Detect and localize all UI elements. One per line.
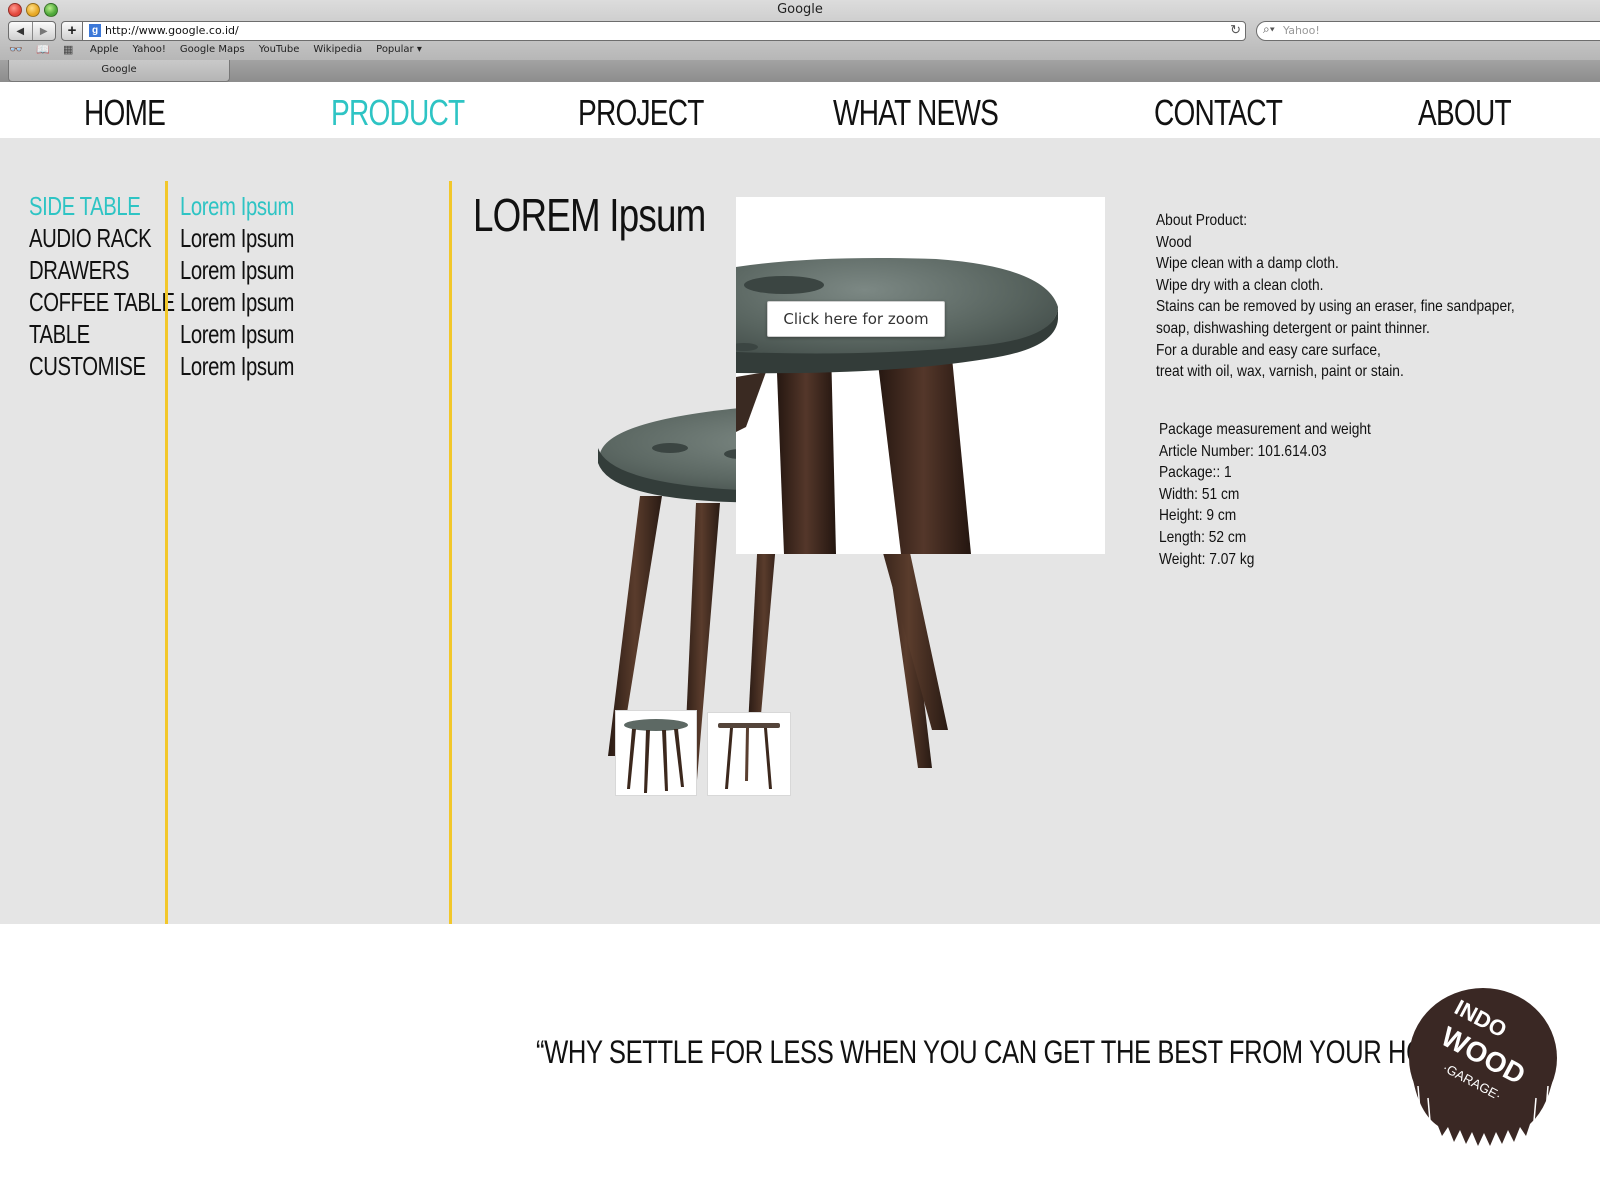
search-icon: ⌕▾ <box>1263 22 1275 36</box>
title-bar: Google <box>0 0 1600 20</box>
category-drawers[interactable]: DRAWERS <box>29 254 175 286</box>
zoom-hint-tooltip[interactable]: Click here for zoom <box>767 301 945 337</box>
category-audio-rack[interactable]: AUDIO RACK <box>29 222 175 254</box>
category-coffee-table[interactable]: COFFEE TABLE <box>29 286 175 318</box>
browser-toolbar: ◀ ▶ + g http://www.google.co.id/ ↻ ⌕▾ Ya… <box>0 20 1600 42</box>
bookmark-yahoo[interactable]: Yahoo! <box>132 44 165 55</box>
nav-what-news[interactable]: WHAT NEWS <box>833 92 999 134</box>
footer-slogan: “WHY SETTLE FOR LESS WHEN YOU CAN GET TH… <box>536 1034 1539 1070</box>
window-title: Google <box>777 2 823 17</box>
bookmarks-book-icon[interactable]: 📖 <box>36 43 50 56</box>
browser-chrome: Google ◀ ▶ + g http://www.google.co.id/ … <box>0 0 1600 83</box>
tab-bar: Google <box>0 60 1600 82</box>
product-item[interactable]: Lorem Ipsum <box>180 222 294 254</box>
thumbnail-2[interactable] <box>707 712 791 796</box>
top-sites-grid-icon[interactable]: ▦ <box>63 43 73 56</box>
package-heading: Package measurement and weight <box>1159 421 1371 438</box>
about-product-text: About Product: Wood Wipe clean with a da… <box>1156 210 1515 383</box>
package-line: Package:: 1 <box>1159 464 1232 482</box>
product-title: LOREM Ipsum <box>473 189 706 241</box>
about-line: treat with oil, wax, varnish, paint or s… <box>1156 363 1404 381</box>
thumbnail-1-image <box>624 719 688 793</box>
bookmark-popular-menu[interactable]: Popular ▾ <box>376 44 422 55</box>
nav-contact[interactable]: CONTACT <box>1154 92 1283 134</box>
product-item[interactable]: Lorem Ipsum <box>180 190 294 222</box>
bookmark-wikipedia[interactable]: Wikipedia <box>313 44 362 55</box>
bookmark-apple[interactable]: Apple <box>90 44 118 55</box>
thumbnail-2-image <box>718 723 780 789</box>
about-heading: About Product: <box>1156 212 1248 229</box>
category-table[interactable]: TABLE <box>29 318 175 350</box>
search-placeholder: Yahoo! <box>1283 24 1320 37</box>
package-line: Weight: 7.07 kg <box>1159 550 1255 568</box>
bookmark-youtube[interactable]: YouTube <box>259 44 300 55</box>
address-bar[interactable]: g http://www.google.co.id/ ↻ <box>82 21 1246 41</box>
forward-button[interactable]: ▶ <box>31 22 56 40</box>
about-line: Wood <box>1156 233 1192 251</box>
search-field[interactable]: ⌕▾ Yahoo! <box>1256 21 1600 41</box>
package-line: Article Number: 101.614.03 <box>1159 442 1327 460</box>
nav-product[interactable]: PRODUCT <box>331 92 465 134</box>
url-text: http://www.google.co.id/ <box>105 24 239 37</box>
bookmark-google-maps[interactable]: Google Maps <box>180 44 245 55</box>
nav-home[interactable]: HOME <box>84 92 166 134</box>
zoomed-product-image <box>736 258 1058 554</box>
about-line: Wipe dry with a clean cloth. <box>1156 276 1324 294</box>
bookmark-links: Apple Yahoo! Google Maps YouTube Wikiped… <box>90 44 422 55</box>
about-line: soap, dishwashing detergent or paint thi… <box>1156 319 1430 337</box>
package-details-text: Package measurement and weight Article N… <box>1159 419 1371 570</box>
package-line: Height: 9 cm <box>1159 507 1237 525</box>
product-item[interactable]: Lorem Ipsum <box>180 254 294 286</box>
add-bookmark-button[interactable]: + <box>61 21 83 41</box>
about-line: For a durable and easy care surface, <box>1156 341 1381 359</box>
google-favicon-icon: g <box>89 24 101 37</box>
reload-icon[interactable]: ↻ <box>1230 22 1241 38</box>
thumbnail-1[interactable] <box>615 710 697 796</box>
product-item[interactable]: Lorem Ipsum <box>180 286 294 318</box>
product-content: SIDE TABLE AUDIO RACK DRAWERS COFFEE TAB… <box>0 138 1600 939</box>
package-line: Length: 52 cm <box>1159 528 1247 546</box>
product-item[interactable]: Lorem Ipsum <box>180 350 294 382</box>
history-buttons: ◀ ▶ <box>8 21 56 41</box>
divider-right <box>449 181 452 939</box>
product-list: Lorem Ipsum Lorem Ipsum Lorem Ipsum Lore… <box>180 190 326 382</box>
product-item[interactable]: Lorem Ipsum <box>180 318 294 350</box>
indo-wood-garage-logo[interactable]: INDO WOOD ·GARAGE· <box>1408 986 1558 1148</box>
nav-project[interactable]: PROJECT <box>578 92 704 134</box>
category-customise[interactable]: CUSTOMISE <box>29 350 175 382</box>
reading-list-icon[interactable]: 👓 <box>9 43 23 56</box>
zoom-lens-window[interactable] <box>736 197 1105 554</box>
about-line: Stains can be removed by using an eraser… <box>1156 298 1515 316</box>
divider-left <box>165 181 168 939</box>
bookmarks-bar: 👓 📖 ▦ Apple Yahoo! Google Maps YouTube W… <box>0 42 1600 60</box>
nav-about[interactable]: ABOUT <box>1418 92 1512 134</box>
tab-google[interactable]: Google <box>8 60 230 82</box>
package-line: Width: 51 cm <box>1159 485 1240 503</box>
footer: “WHY SETTLE FOR LESS WHEN YOU CAN GET TH… <box>0 924 1600 1200</box>
site-navigation: HOME PRODUCT PROJECT WHAT NEWS CONTACT A… <box>0 82 1600 138</box>
back-button[interactable]: ◀ <box>9 22 32 40</box>
about-line: Wipe clean with a damp cloth. <box>1156 255 1339 273</box>
category-side-table[interactable]: SIDE TABLE <box>29 190 175 222</box>
